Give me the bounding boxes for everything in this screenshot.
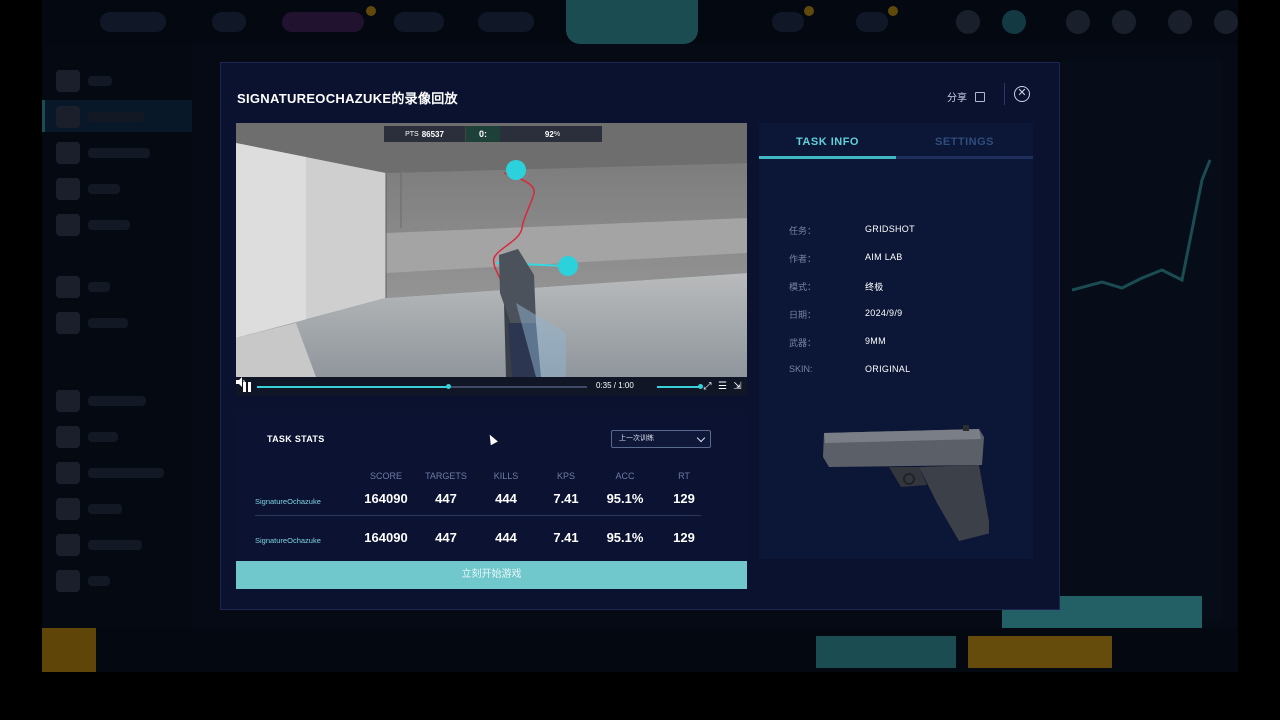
stat-targets: 447	[435, 530, 457, 545]
hud-time: 0:	[466, 126, 500, 142]
col-header: KILLS	[493, 471, 519, 481]
player-name[interactable]: SignatureOchazuke	[255, 536, 321, 545]
seek-handle[interactable]	[446, 384, 452, 389]
info-row-mode: 模式： 终极	[789, 282, 884, 292]
stat-targets: 447	[435, 491, 457, 506]
stat-kills: 444	[495, 491, 517, 506]
seek-progress	[257, 386, 449, 388]
col-header: SCORE	[369, 471, 402, 481]
time-display: 0:35 / 1:00	[596, 381, 634, 390]
replay-modal: SIGNATUREOCHAZUKE的录像回放 分享 ✕ PTS 86537 0:…	[220, 62, 1060, 610]
seek-bar[interactable]	[257, 384, 587, 389]
volume-icon[interactable]	[236, 377, 246, 387]
fullscreen-icon[interactable]: ⤢	[702, 381, 713, 392]
info-row-skin: SKIN: ORIGINAL	[789, 364, 911, 374]
stats-row: SignatureOchazuke 164090 447 444 7.41 95…	[236, 488, 747, 518]
tab-task-info[interactable]: TASK INFO	[759, 129, 896, 159]
share-label: 分享	[947, 93, 967, 104]
stat-score: 164090	[364, 530, 408, 545]
hud-points: PTS 86537	[384, 126, 466, 142]
divider	[255, 515, 701, 516]
task-info-panel: TASK INFO SETTINGS 任务： GRIDSHOT 作者： AIM LA…	[759, 123, 1033, 559]
stat-score: 164090	[364, 491, 408, 506]
session-select[interactable]: 上一次训练	[611, 430, 711, 448]
info-row-task: 任务： GRIDSHOT	[789, 224, 915, 236]
stat-rt: 129	[673, 491, 695, 506]
info-row-author: 作者： AIM LAB	[789, 252, 903, 264]
player-name[interactable]: SignatureOchazuke	[255, 497, 321, 506]
stat-rt: 129	[673, 530, 695, 545]
stat-kills: 444	[495, 530, 517, 545]
copy-icon	[975, 91, 985, 102]
chevron-down-icon	[696, 433, 706, 443]
col-header: KPS	[556, 471, 575, 481]
volume-slider[interactable]	[657, 384, 703, 389]
info-row-weapon: 武器： 9MM	[789, 336, 886, 348]
stats-title: TASK STATS	[267, 434, 325, 444]
divider	[1004, 83, 1005, 105]
stat-acc: 95.1%	[606, 491, 644, 506]
stats-row: SignatureOchazuke 164090 447 444 7.41 95…	[236, 527, 747, 557]
stat-acc: 95.1%	[606, 530, 644, 545]
share-button[interactable]: 分享	[947, 89, 985, 104]
gameplay-scene	[236, 123, 747, 377]
stat-kps: 7.41	[553, 530, 579, 545]
video-controls: 0:35 / 1:00 ⤢ ☰ ⇲	[236, 377, 747, 396]
settings-icon[interactable]: ☰	[717, 381, 728, 392]
col-header: ACC	[615, 471, 635, 481]
pip-icon[interactable]: ⇲	[732, 381, 743, 392]
col-header: TARGETS	[425, 471, 467, 481]
screen: SIGNATUREOCHAZUKE的录像回放 分享 ✕ PTS 86537 0:…	[0, 0, 1280, 720]
col-header: RT	[678, 471, 690, 481]
modal-title: SIGNATUREOCHAZUKE的录像回放	[237, 91, 458, 106]
info-tabs: TASK INFO SETTINGS	[759, 129, 1033, 159]
session-select-value: 上一次训练	[619, 435, 654, 442]
weapon-image	[823, 425, 989, 541]
start-game-button[interactable]: 立刻开始游戏	[236, 561, 747, 589]
close-icon[interactable]: ✕	[1014, 86, 1030, 102]
hud-accuracy: 92%	[500, 126, 602, 142]
game-hud: PTS 86537 0: 92%	[384, 126, 602, 142]
tab-settings[interactable]: SETTINGS	[896, 129, 1033, 159]
info-row-date: 日期： 2024/9/9	[789, 308, 903, 320]
stat-kps: 7.41	[553, 491, 579, 506]
video-player[interactable]: PTS 86537 0: 92% 0:35 / 1:00 ⤢ ☰ ⇲	[236, 123, 747, 396]
